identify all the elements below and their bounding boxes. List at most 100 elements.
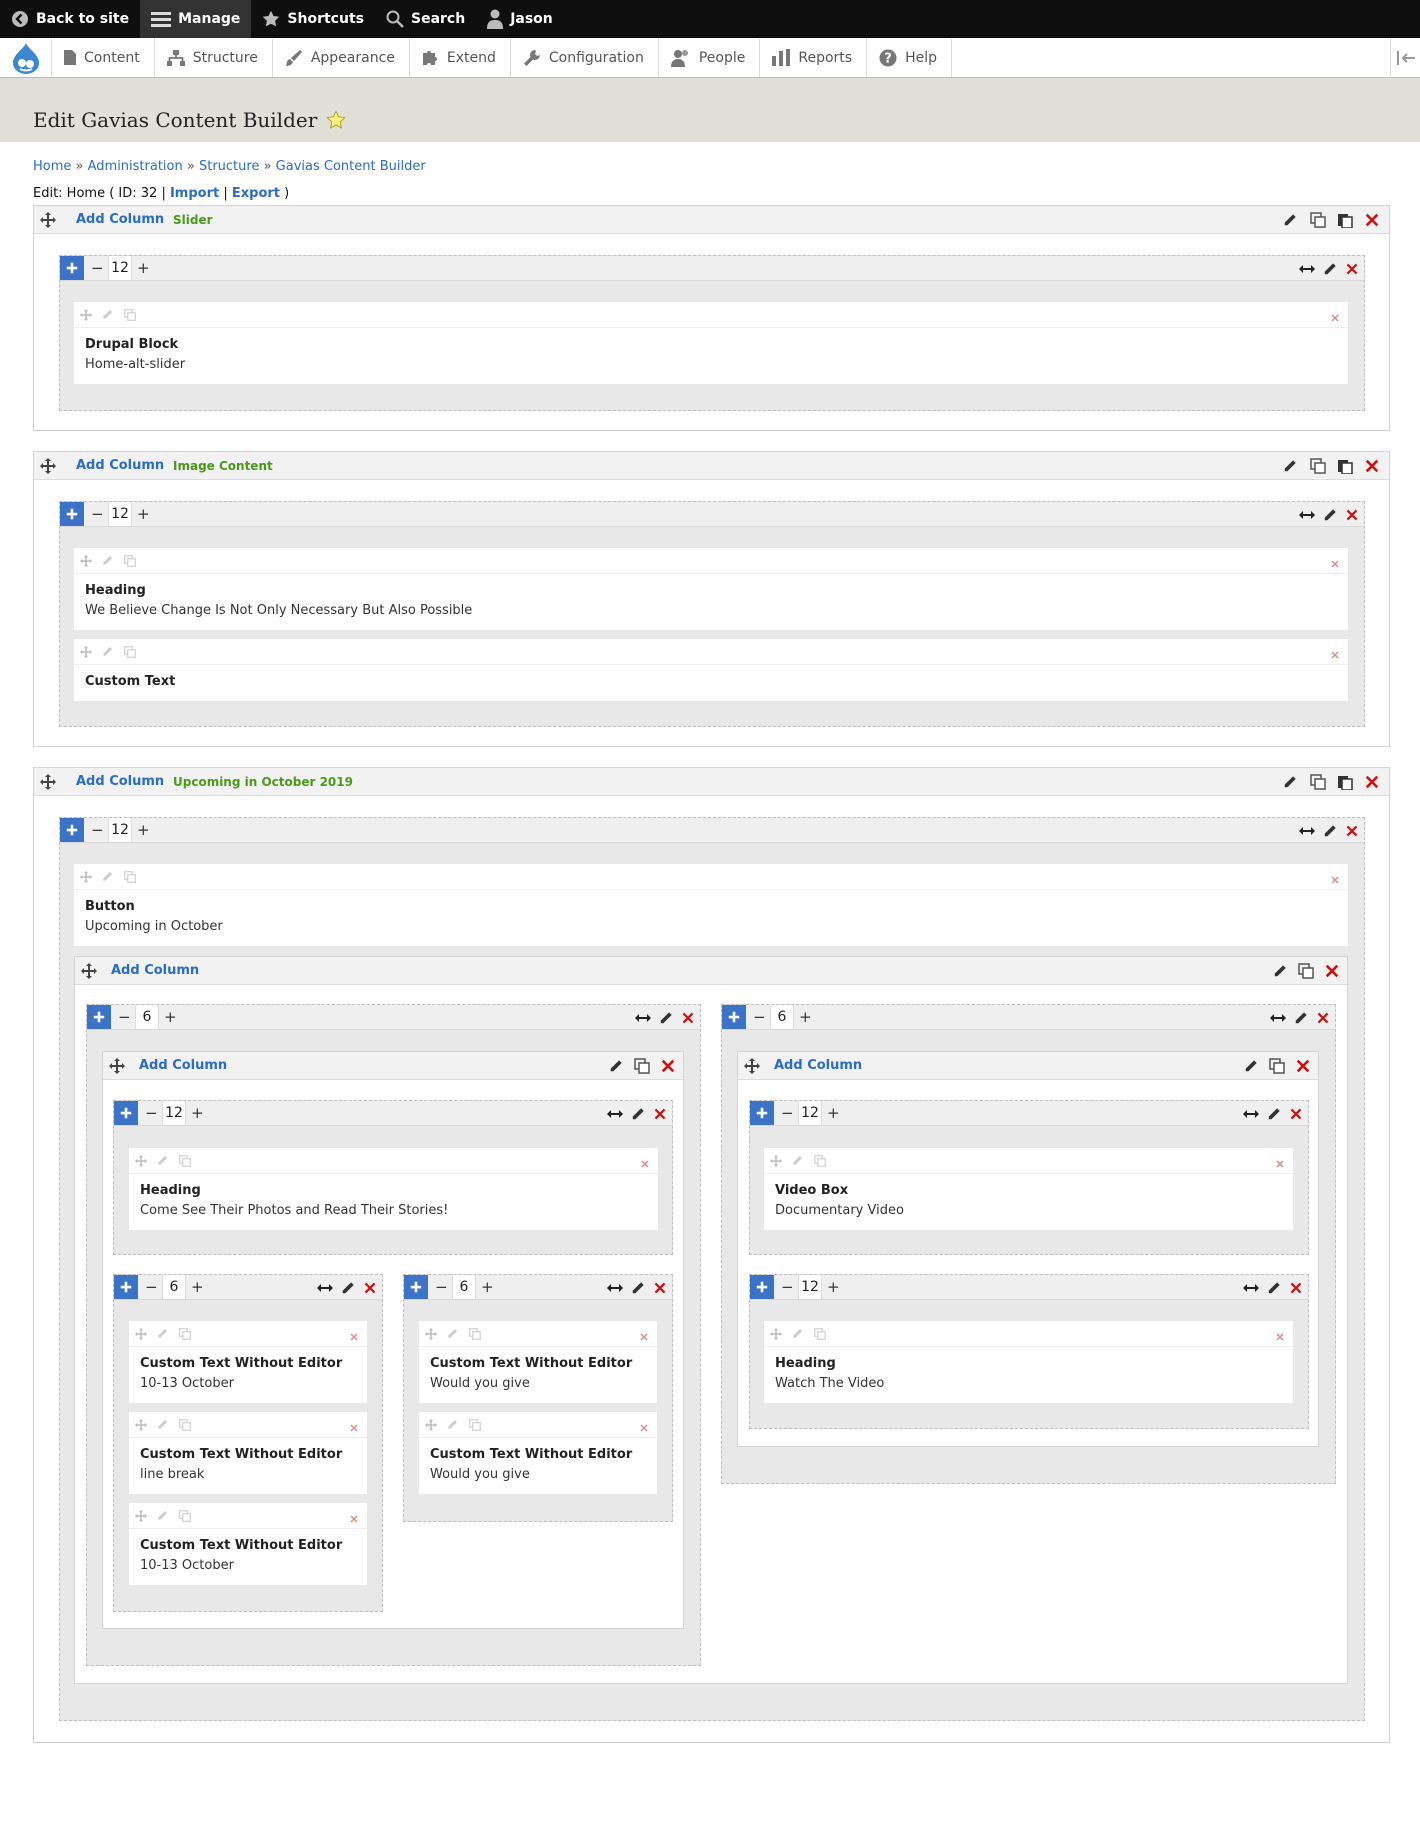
decrease-width-button[interactable]: − — [91, 818, 104, 842]
pencil-icon[interactable] — [102, 646, 113, 657]
increase-width-button[interactable]: + — [191, 1101, 204, 1125]
pencil-icon[interactable] — [102, 309, 113, 320]
increase-width-button[interactable]: + — [827, 1101, 840, 1125]
add-column-button[interactable]: Add Column — [774, 1058, 862, 1073]
shortcut-star-icon[interactable] — [326, 110, 347, 130]
pencil-icon[interactable] — [341, 1281, 355, 1295]
pencil-icon[interactable] — [659, 1011, 673, 1025]
pencil-icon[interactable] — [447, 1419, 458, 1430]
close-icon[interactable] — [640, 1330, 648, 1338]
pencil-icon[interactable] — [1323, 262, 1337, 276]
move-icon[interactable] — [770, 1328, 782, 1340]
close-icon[interactable] — [1290, 1108, 1302, 1120]
move-icon[interactable] — [770, 1155, 782, 1167]
duplicate-icon[interactable] — [1269, 1058, 1285, 1074]
move-icon[interactable] — [135, 1419, 147, 1431]
duplicate-icon[interactable] — [179, 1155, 191, 1167]
pencil-icon[interactable] — [1294, 1011, 1308, 1025]
move-icon[interactable] — [81, 963, 97, 979]
pencil-icon[interactable] — [792, 1328, 803, 1339]
duplicate-icon[interactable] — [469, 1328, 481, 1340]
decrease-width-button[interactable]: − — [753, 1005, 766, 1029]
pencil-icon[interactable] — [157, 1419, 168, 1430]
add-element-button[interactable] — [114, 1101, 138, 1125]
close-icon[interactable] — [1331, 873, 1339, 881]
close-icon[interactable] — [1296, 1059, 1310, 1073]
move-icon[interactable] — [80, 646, 92, 658]
resize-icon[interactable] — [1243, 1106, 1259, 1122]
close-icon[interactable] — [1331, 557, 1339, 565]
paste-icon[interactable] — [1337, 774, 1353, 790]
close-icon[interactable] — [661, 1059, 675, 1073]
tray-orientation-toggle[interactable] — [1390, 38, 1420, 78]
pencil-icon[interactable] — [1283, 213, 1297, 227]
close-icon[interactable] — [350, 1512, 358, 1520]
close-icon[interactable] — [654, 1282, 666, 1294]
close-icon[interactable] — [364, 1282, 376, 1294]
menu-configuration[interactable]: Configuration — [511, 38, 659, 77]
menu-appearance[interactable]: Appearance — [273, 38, 410, 77]
move-icon[interactable] — [135, 1510, 147, 1522]
menu-extend[interactable]: Extend — [410, 38, 511, 77]
resize-icon[interactable] — [1270, 1010, 1286, 1026]
pencil-icon[interactable] — [1283, 775, 1297, 789]
pencil-icon[interactable] — [1267, 1107, 1281, 1121]
add-element-button[interactable] — [87, 1005, 111, 1029]
close-icon[interactable] — [1317, 1012, 1329, 1024]
breadcrumb-structure[interactable]: Structure — [199, 159, 259, 174]
pencil-icon[interactable] — [1323, 508, 1337, 522]
pencil-icon[interactable] — [447, 1328, 458, 1339]
paste-icon[interactable] — [1337, 458, 1353, 474]
decrease-width-button[interactable]: − — [91, 502, 104, 526]
move-icon[interactable] — [80, 555, 92, 567]
duplicate-icon[interactable] — [179, 1419, 191, 1431]
pencil-icon[interactable] — [1267, 1281, 1281, 1295]
breadcrumb-gavias-content-builder[interactable]: Gavias Content Builder — [276, 159, 426, 174]
pencil-icon[interactable] — [1283, 459, 1297, 473]
menu-reports[interactable]: Reports — [760, 38, 868, 77]
export-link[interactable]: Export — [232, 186, 280, 201]
paste-icon[interactable] — [1337, 212, 1353, 228]
move-icon[interactable] — [425, 1328, 437, 1340]
pencil-icon[interactable] — [102, 871, 113, 882]
add-element-button[interactable] — [60, 256, 84, 280]
duplicate-icon[interactable] — [1298, 963, 1314, 979]
search-tab[interactable]: Search — [375, 0, 476, 38]
pencil-icon[interactable] — [102, 555, 113, 566]
move-icon[interactable] — [425, 1419, 437, 1431]
duplicate-icon[interactable] — [814, 1328, 826, 1340]
increase-width-button[interactable]: + — [164, 1005, 177, 1029]
move-icon[interactable] — [40, 212, 56, 228]
pencil-icon[interactable] — [157, 1510, 168, 1521]
move-icon[interactable] — [80, 871, 92, 883]
add-element-button[interactable] — [60, 502, 84, 526]
close-icon[interactable] — [350, 1421, 358, 1429]
add-column-button[interactable]: Add Column — [76, 458, 164, 473]
close-icon[interactable] — [1331, 648, 1339, 656]
increase-width-button[interactable]: + — [481, 1275, 494, 1299]
decrease-width-button[interactable]: − — [781, 1101, 794, 1125]
duplicate-icon[interactable] — [124, 646, 136, 658]
menu-people[interactable]: People — [659, 38, 761, 77]
close-icon[interactable] — [1276, 1157, 1284, 1165]
close-icon[interactable] — [682, 1012, 694, 1024]
duplicate-icon[interactable] — [124, 555, 136, 567]
pencil-icon[interactable] — [1323, 824, 1337, 838]
close-icon[interactable] — [654, 1108, 666, 1120]
move-icon[interactable] — [135, 1155, 147, 1167]
move-icon[interactable] — [744, 1058, 760, 1074]
manage-tab[interactable]: Manage — [140, 0, 252, 38]
breadcrumb-administration[interactable]: Administration — [88, 159, 183, 174]
duplicate-icon[interactable] — [179, 1510, 191, 1522]
pencil-icon[interactable] — [792, 1155, 803, 1166]
move-icon[interactable] — [40, 458, 56, 474]
menu-help[interactable]: ? Help — [867, 38, 952, 77]
add-column-button[interactable]: Add Column — [76, 212, 164, 227]
add-column-button[interactable]: Add Column — [111, 963, 199, 978]
user-tab[interactable]: Jason — [476, 0, 564, 38]
decrease-width-button[interactable]: − — [145, 1275, 158, 1299]
increase-width-button[interactable]: + — [137, 256, 150, 280]
pencil-icon[interactable] — [157, 1155, 168, 1166]
close-icon[interactable] — [1346, 509, 1358, 521]
close-icon[interactable] — [1290, 1282, 1302, 1294]
